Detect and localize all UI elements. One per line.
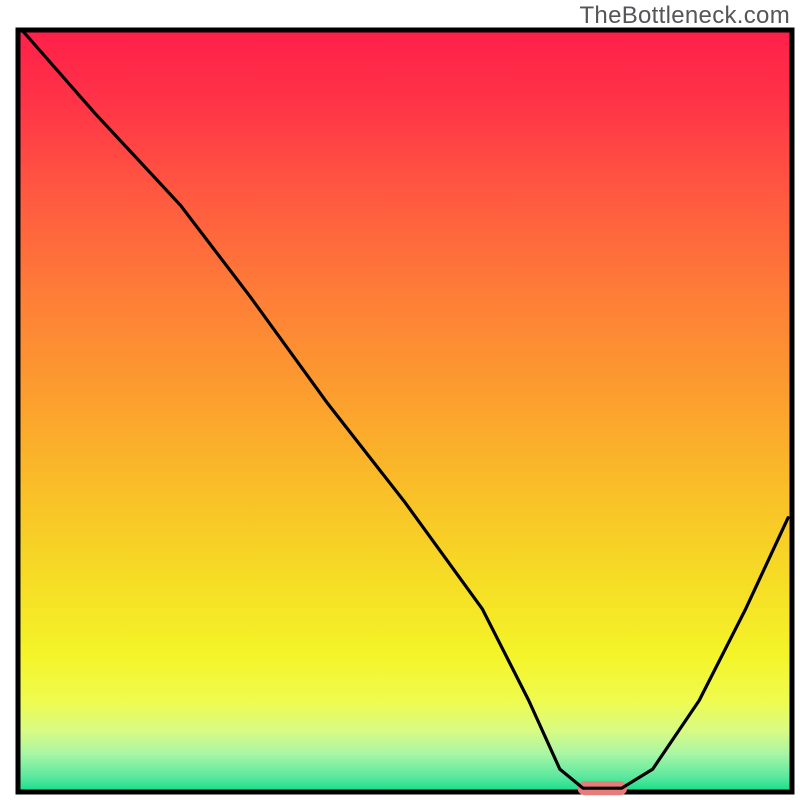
chart-container: { "watermark": "TheBottleneck.com", "cha… [0, 0, 800, 800]
gradient-background [18, 30, 792, 792]
watermark-text: TheBottleneck.com [579, 2, 790, 30]
bottleneck-chart [0, 0, 800, 800]
